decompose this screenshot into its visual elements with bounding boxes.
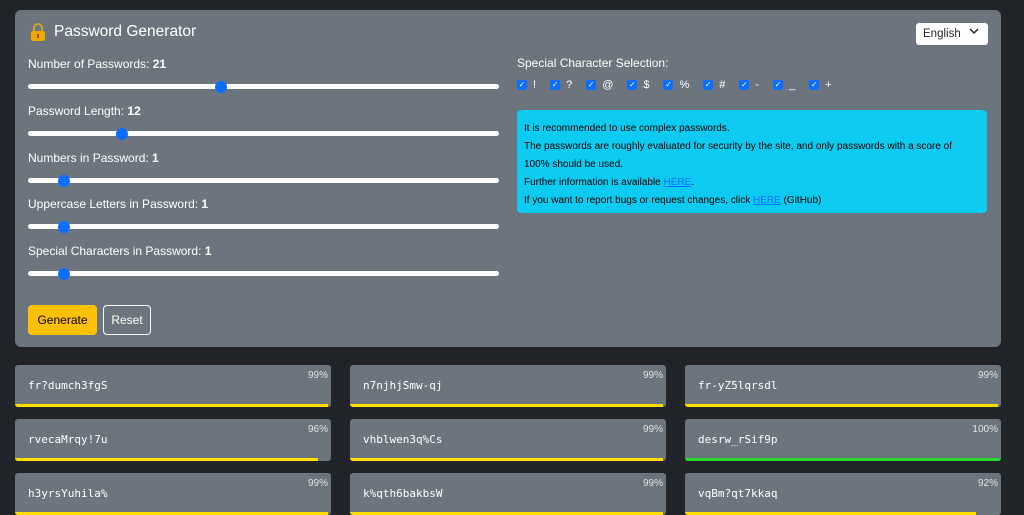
- slider-label-special: Special Characters in Password: 1: [28, 244, 212, 258]
- checkbox-checked-icon[interactable]: ✓: [663, 80, 674, 90]
- password-text: k%qth6bakbsW: [363, 487, 443, 500]
- uppercase-slider[interactable]: [28, 220, 499, 233]
- checkbox-checked-icon[interactable]: ✓: [773, 80, 784, 90]
- password-text: n7njhjSmw-qj: [363, 379, 443, 392]
- special-slider[interactable]: [28, 267, 499, 280]
- info-link[interactable]: HERE: [664, 177, 692, 188]
- special-char-option[interactable]: ✓!: [517, 79, 536, 91]
- strength-bar: [685, 404, 998, 407]
- checkbox-checked-icon[interactable]: ✓: [703, 80, 714, 90]
- special-char-option[interactable]: ✓ @: [586, 79, 613, 91]
- password-length-slider[interactable]: [28, 127, 499, 140]
- password-score: 99%: [642, 424, 663, 435]
- chevron-down-icon: [969, 26, 979, 39]
- slider-thumb[interactable]: [58, 174, 71, 187]
- checkbox-checked-icon[interactable]: ✓: [550, 80, 561, 90]
- password-card[interactable]: n7njhjSmw-qj 99%: [350, 365, 666, 407]
- slider-thumb[interactable]: [58, 267, 71, 280]
- checkbox-checked-icon[interactable]: ✓: [739, 80, 750, 90]
- password-card[interactable]: vhblwen3q%Cs 99%: [350, 419, 666, 461]
- password-card[interactable]: k%qth6bakbsW 99%: [350, 473, 666, 515]
- settings-panel: Password Generator English Number of Pas…: [15, 10, 1001, 347]
- password-card[interactable]: rvecaMrqy!7u 96%: [15, 419, 331, 461]
- generate-button[interactable]: Generate: [28, 305, 97, 335]
- info-line: If you want to report bugs or request ch…: [524, 195, 822, 206]
- slider-label-passwords-count: Number of Passwords: 21: [28, 57, 167, 71]
- github-link[interactable]: HERE: [753, 195, 781, 206]
- password-score: 92%: [977, 478, 998, 489]
- password-card[interactable]: vqBm?qt7kkaq 92%: [685, 473, 1001, 515]
- slider-label-password-length: Password Length: 12: [28, 104, 141, 118]
- strength-bar: [15, 458, 319, 461]
- slider-label-uppercase: Uppercase Letters in Password: 1: [28, 197, 209, 211]
- password-score: 99%: [307, 370, 328, 381]
- checkbox-checked-icon[interactable]: ✓: [586, 80, 597, 90]
- reset-button[interactable]: Reset: [103, 305, 151, 335]
- special-char-checkboxes: ✓! ✓? ✓ @ ✓ $ ✓% ✓ # ✓ - ✓ _ ✓ +: [517, 79, 846, 91]
- numbers-slider[interactable]: [28, 174, 499, 187]
- checkbox-checked-icon[interactable]: ✓: [627, 80, 638, 90]
- special-char-option[interactable]: ✓ #: [703, 79, 725, 91]
- strength-bar: [350, 404, 663, 407]
- info-line: The passwords are roughly evaluated for …: [524, 141, 952, 170]
- passwords-count-slider[interactable]: [28, 80, 499, 93]
- info-line: Further information is available HERE.: [524, 177, 695, 188]
- slider-thumb[interactable]: [215, 80, 228, 93]
- password-score: 99%: [642, 478, 663, 489]
- password-text: vqBm?qt7kkaq: [698, 487, 778, 500]
- password-text: fr-yZ5lqrsdl: [698, 379, 778, 392]
- special-char-option[interactable]: ✓ -: [739, 79, 759, 91]
- password-text: rvecaMrqy!7u: [28, 433, 108, 446]
- password-text: vhblwen3q%Cs: [363, 433, 443, 446]
- strength-bar: [685, 458, 1001, 461]
- language-select[interactable]: English: [916, 23, 988, 45]
- strength-bar: [350, 458, 663, 461]
- strength-bar: [15, 404, 328, 407]
- password-text: fr?dumch3fgS: [28, 379, 108, 392]
- password-card[interactable]: desrw_rSif9p 100%: [685, 419, 1001, 461]
- special-selection-title: Special Character Selection:: [517, 56, 669, 70]
- app-title: Password Generator: [30, 23, 196, 41]
- password-score: 99%: [642, 370, 663, 381]
- password-text: desrw_rSif9p: [698, 433, 778, 446]
- password-score: 99%: [307, 478, 328, 489]
- slider-thumb[interactable]: [116, 127, 129, 140]
- checkbox-checked-icon[interactable]: ✓: [809, 80, 820, 90]
- info-alert: It is recommended to use complex passwor…: [517, 110, 987, 213]
- special-char-option[interactable]: ✓ $: [627, 79, 649, 91]
- slider-thumb[interactable]: [58, 220, 71, 233]
- password-card[interactable]: fr?dumch3fgS 99%: [15, 365, 331, 407]
- password-score: 96%: [307, 424, 328, 435]
- password-score: 100%: [972, 424, 998, 435]
- info-line: It is recommended to use complex passwor…: [524, 123, 730, 134]
- special-char-option[interactable]: ✓ +: [809, 79, 832, 91]
- password-text: h3yrsYuhila%: [28, 487, 108, 500]
- password-card[interactable]: fr-yZ5lqrsdl 99%: [685, 365, 1001, 407]
- app-title-text: Password Generator: [54, 23, 197, 40]
- special-char-option[interactable]: ✓?: [550, 79, 572, 91]
- password-score: 99%: [977, 370, 998, 381]
- lock-icon: [30, 23, 46, 41]
- checkbox-checked-icon[interactable]: ✓: [517, 80, 527, 90]
- special-char-option[interactable]: ✓%: [663, 79, 689, 91]
- password-card[interactable]: h3yrsYuhila% 99%: [15, 473, 331, 515]
- slider-label-numbers: Numbers in Password: 1: [28, 151, 159, 165]
- special-char-option[interactable]: ✓ _: [773, 79, 795, 91]
- language-value: English: [923, 28, 961, 40]
